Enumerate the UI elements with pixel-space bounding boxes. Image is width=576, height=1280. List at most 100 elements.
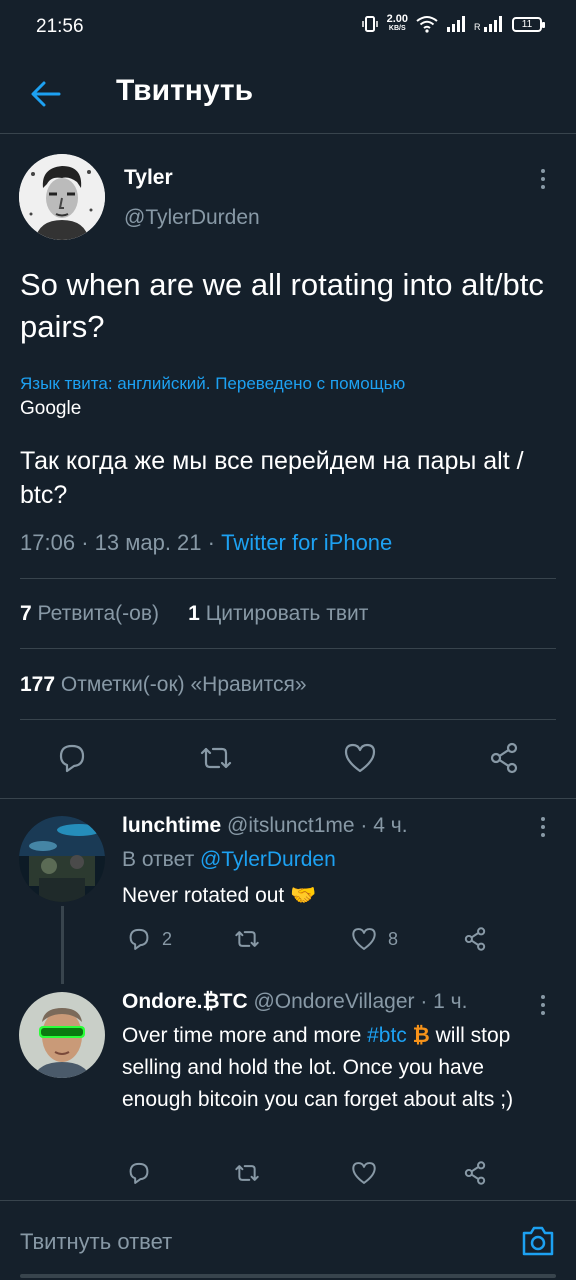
bottom-scroll-indicator (20, 1274, 556, 1278)
status-time: 21:56 (36, 16, 84, 37)
meta-separator: · (420, 990, 434, 1013)
thread-line (61, 906, 64, 984)
avatar-image (19, 992, 105, 1078)
retweet-button[interactable] (196, 738, 236, 778)
avatar-image (19, 816, 105, 902)
hashtag-link[interactable]: #btc (367, 1024, 407, 1047)
reply-more-button[interactable] (530, 814, 556, 840)
reply-time: 1 ч. (433, 990, 468, 1013)
reply-tweet[interactable]: Ondore.₿TC @OndoreVillager · 1 ч. Over t… (0, 978, 576, 1200)
quotes-label: Цитировать твит (205, 602, 369, 625)
reply-button[interactable]: 2 (126, 926, 172, 952)
reply-more-button[interactable] (530, 992, 556, 1018)
reply-actions: 2 8 (122, 926, 502, 962)
likes-label: Отметки(-ок) «Нравится» (60, 673, 307, 696)
status-icons: 2.00 KB/S R 11 (361, 14, 545, 34)
status-bar: 21:56 2.00 KB/S R 11 (0, 0, 576, 56)
tweet-more-button[interactable] (530, 166, 556, 192)
avatar[interactable] (19, 992, 105, 1078)
retweet-icon (235, 1165, 259, 1181)
reply-button[interactable] (52, 738, 92, 778)
signal-roaming-icon: R (474, 16, 502, 32)
divider (20, 578, 556, 579)
retweet-quote-counts: 7 Ретвита(-ов) 1 Цитировать твит (20, 602, 368, 626)
share-icon (490, 742, 518, 774)
author-name[interactable]: Tyler (124, 166, 173, 190)
in-reply-to-handle[interactable]: @TylerDurden (200, 848, 336, 871)
page-title: Твитнуть (116, 74, 254, 107)
heart-icon (344, 743, 376, 773)
wifi-icon (416, 16, 438, 33)
google-logo: Google (20, 398, 82, 419)
battery-indicator: 11 (512, 16, 545, 32)
divider (20, 648, 556, 649)
avatar[interactable] (19, 154, 105, 240)
reply-button[interactable] (126, 1160, 162, 1186)
net-speed: 2.00 KB/S (387, 14, 408, 34)
reply-input[interactable]: Твитнуть ответ (20, 1229, 172, 1255)
author-handle[interactable]: @TylerDurden (124, 206, 260, 230)
avatar-image (19, 154, 105, 240)
back-button[interactable] (24, 72, 68, 116)
reply-icon (129, 928, 149, 950)
handshake-emoji: 🤝 (290, 884, 317, 907)
reply-author-name[interactable]: Ondore.₿TC (122, 990, 248, 1013)
share-icon (464, 927, 486, 951)
vibrate-icon (361, 16, 378, 32)
reply-actions (122, 1160, 502, 1196)
retweet-button[interactable] (232, 1160, 272, 1186)
reply-text-before: Over time more and more (122, 1024, 362, 1047)
reply-author-name[interactable]: lunchtime (122, 814, 221, 837)
share-button[interactable] (462, 926, 488, 952)
reply-count: 2 (162, 928, 173, 949)
tweet-time: 17:06 (20, 530, 76, 555)
quotes-count: 1 (188, 602, 200, 625)
share-button[interactable] (462, 1160, 488, 1186)
more-vertical-icon (541, 995, 545, 1015)
tweet-date: 13 мар. 21 (94, 530, 202, 555)
app-header: Твитнуть (0, 56, 576, 134)
meta-separator: · (81, 530, 95, 555)
likes-count: 177 (20, 673, 56, 696)
reply-author-handle[interactable]: @itslunct1me (227, 814, 355, 837)
reply-time: 4 ч. (373, 814, 408, 837)
reply-text: Over time more and more #btc ₿ will stop… (122, 1020, 542, 1116)
tweet-actions (0, 734, 576, 794)
divider (20, 719, 556, 720)
avatar[interactable] (19, 816, 105, 902)
heart-icon (352, 1162, 376, 1184)
retweets-label: Ретвита(-ов) (37, 602, 159, 625)
tweet-source[interactable]: Twitter for iPhone (221, 530, 392, 555)
reply-author-handle[interactable]: @OndoreVillager (253, 990, 414, 1013)
in-reply-prefix: В ответ (122, 848, 195, 871)
likes-stat[interactable]: 177 Отметки(-ок) «Нравится» (20, 673, 307, 697)
like-button[interactable]: 8 (350, 926, 398, 952)
share-icon (464, 1161, 486, 1185)
retweet-icon (200, 747, 232, 769)
retweet-icon (235, 931, 259, 947)
retweets-stat[interactable]: 7 Ретвита(-ов) (20, 602, 159, 625)
like-button[interactable] (340, 738, 380, 778)
retweet-button[interactable] (232, 926, 272, 952)
heart-icon (352, 928, 376, 950)
reply-header: Ondore.₿TC @OndoreVillager · 1 ч. (122, 990, 467, 1014)
svg-text:R: R (474, 22, 481, 32)
more-vertical-icon (541, 817, 545, 837)
translated-text: Так когда же мы все перейдем на пары alt… (20, 447, 524, 509)
camera-button[interactable] (520, 1223, 556, 1259)
in-reply-to: В ответ @TylerDurden (122, 848, 336, 872)
reply-icon (59, 744, 85, 773)
like-button[interactable] (350, 1160, 388, 1186)
tweet-meta: 17:06 · 13 мар. 21 · Twitter for iPhone (20, 530, 392, 556)
share-button[interactable] (484, 738, 524, 778)
tweet-text: So when are we all rotating into alt/btc… (20, 267, 544, 344)
meta-separator: · (207, 530, 222, 555)
reply-text-content: Never rotated out (122, 884, 285, 907)
meta-separator: · (360, 814, 374, 837)
reply-tweet[interactable]: lunchtime @itslunct1me · 4 ч. В ответ @T… (0, 798, 576, 984)
reply-header: lunchtime @itslunct1me · 4 ч. (122, 814, 408, 838)
signal-icon (447, 16, 465, 32)
quotes-stat[interactable]: 1 Цитировать твит (188, 602, 368, 625)
translation-note[interactable]: Язык твита: английский. Переведено с пом… (20, 374, 405, 394)
camera-icon (522, 1226, 554, 1256)
